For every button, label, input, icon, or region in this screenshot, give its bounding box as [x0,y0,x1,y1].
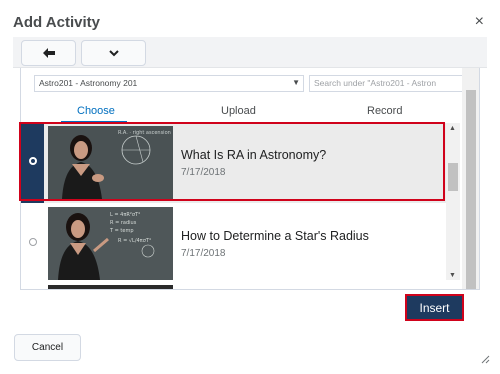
video-thumbnail [48,285,173,289]
svg-text:L = 4πR²σT⁴: L = 4πR²σT⁴ [110,212,140,218]
course-select[interactable]: Astro201 - Astronomy 201 ▼ [34,75,304,92]
tab-bar: Choose Upload Record [21,100,461,123]
search-input[interactable]: Search under "Astro201 - Astron [309,75,473,92]
dialog-title: Add Activity [13,14,100,31]
insert-button[interactable]: Insert [405,294,464,321]
item-title: How to Determine a Star's Radius [181,229,369,243]
scroll-down-icon[interactable]: ▼ [449,272,456,279]
tab-record[interactable]: Record [367,105,402,117]
more-options-button[interactable] [81,40,146,66]
panel-scroll-thumb[interactable] [466,90,476,289]
radio-button[interactable] [29,238,37,246]
panel-scrollbar[interactable] [462,68,479,289]
list-item[interactable]: R.A. · right ascension What Is RA in Ast… [21,123,446,203]
course-select-value: Astro201 - Astronomy 201 [39,78,138,88]
tab-upload[interactable]: Upload [221,105,256,117]
resize-handle-icon[interactable] [481,355,490,364]
list-item[interactable]: L = 4πR²σT⁴ R = radius T = temp R = √L/4… [21,204,446,284]
arrow-left-icon [42,48,55,58]
back-button[interactable] [21,40,76,66]
caret-down-icon: ▼ [292,78,300,87]
svg-text:R = √L/4πσT⁴: R = √L/4πσT⁴ [118,238,151,244]
tab-choose[interactable]: Choose [77,105,115,117]
list-scrollbar[interactable]: ▲ ▼ [446,123,460,280]
scroll-thumb[interactable] [448,163,458,191]
item-date: 7/17/2018 [181,248,226,259]
radio-button[interactable] [29,157,37,165]
chevron-down-icon [108,49,119,56]
list-item[interactable] [21,285,446,289]
video-thumbnail: L = 4πR²σT⁴ R = radius T = temp R = √L/4… [48,207,173,280]
svg-text:R = radius: R = radius [110,220,137,226]
item-title: What Is RA in Astronomy? [181,148,327,162]
content-panel: Astro201 - Astronomy 201 ▼ Search under … [20,68,480,290]
close-icon[interactable]: × [475,14,484,30]
scroll-up-icon[interactable]: ▲ [449,125,456,132]
video-list: R.A. · right ascension What Is RA in Ast… [21,123,446,289]
svg-text:T = temp: T = temp [109,228,134,234]
toolbar [13,37,487,68]
video-thumbnail: R.A. · right ascension [48,126,173,199]
item-date: 7/17/2018 [181,167,226,178]
svg-text:R.A. · right ascension: R.A. · right ascension [118,130,171,136]
cancel-button[interactable]: Cancel [14,334,81,361]
